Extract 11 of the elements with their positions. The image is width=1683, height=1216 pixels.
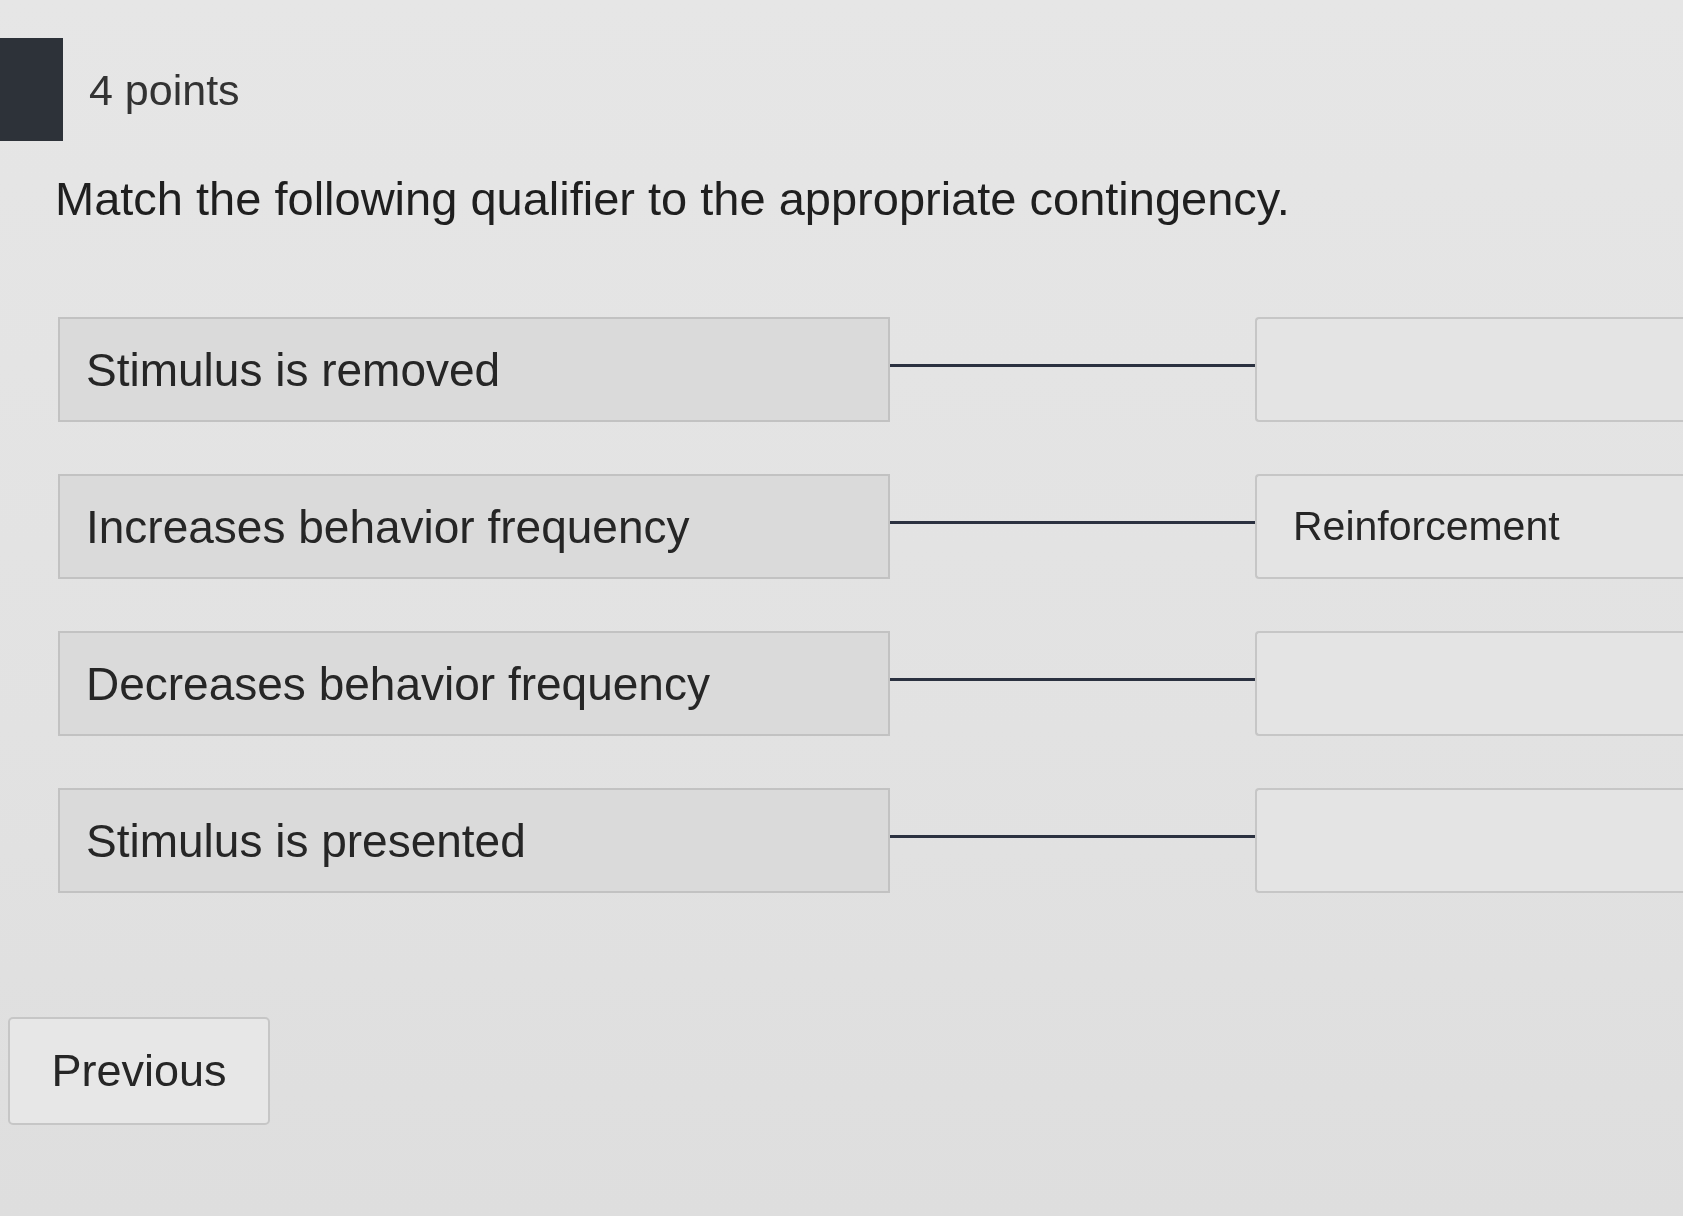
qualifier-card: Stimulus is removed [58, 317, 890, 422]
qualifier-card: Stimulus is presented [58, 788, 890, 893]
answer-box[interactable] [1255, 788, 1683, 893]
question-text: Match the following qualifier to the appropriate contingency. [55, 172, 1290, 225]
answer-box[interactable]: Reinforcement [1255, 474, 1683, 579]
qualifier-card: Increases behavior frequency [58, 474, 890, 579]
points-label: 4 points [89, 64, 240, 115]
answer-box[interactable] [1255, 631, 1683, 736]
qualifier-card: Decreases behavior frequency [58, 631, 890, 736]
previous-button[interactable]: Previous [8, 1017, 270, 1125]
answer-box[interactable] [1255, 317, 1683, 422]
